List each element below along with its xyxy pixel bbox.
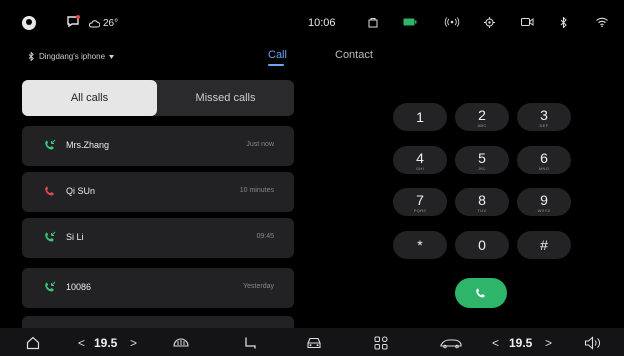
dial-key-letters: ABC xyxy=(477,123,487,128)
dial-key-digit: 6 xyxy=(540,150,548,166)
tab-call[interactable]: Call xyxy=(268,49,287,61)
dial-key-digit: 5 xyxy=(478,150,486,166)
dial-key-3[interactable]: 3 DEF xyxy=(517,103,571,131)
clock: 10:06 xyxy=(308,17,336,29)
seat-heat-icon[interactable] xyxy=(243,334,257,352)
temperature-text: 26° xyxy=(103,17,119,29)
dial-key-digit: 2 xyxy=(478,107,486,123)
chevron-down-icon xyxy=(109,54,115,59)
dial-call-button[interactable] xyxy=(455,278,507,308)
list-item[interactable]: Qi SUn 10 minutes xyxy=(22,172,294,212)
phone-icon xyxy=(476,288,485,298)
left-temp-increase-button[interactable]: > xyxy=(130,334,137,352)
all-calls-button[interactable]: All calls xyxy=(22,80,157,116)
left-temp-decrease-button[interactable]: < xyxy=(78,334,85,352)
call-time: 10 minutes xyxy=(239,187,274,194)
dial-key-digit: 8 xyxy=(478,192,486,208)
bottom-dock: < 19.5 > < 19.5 > xyxy=(0,328,624,356)
dial-key-digit: # xyxy=(540,237,548,253)
dial-key-4[interactable]: 4 GHI xyxy=(393,146,447,174)
dial-key-digit: 0 xyxy=(478,237,486,253)
dial-key-digit: 4 xyxy=(416,150,424,166)
call-time: Yesterday xyxy=(243,283,274,290)
right-temp-increase-button[interactable]: > xyxy=(545,334,552,352)
front-defrost-icon[interactable] xyxy=(172,334,190,352)
call-time: Just now xyxy=(246,141,274,148)
dial-key-2[interactable]: 2 ABC xyxy=(455,103,509,131)
bluetooth-device-name: Dingdang's iphone xyxy=(39,52,106,61)
message-icon[interactable] xyxy=(66,13,80,29)
dial-key-6[interactable]: 6 MNO xyxy=(517,146,571,174)
dial-key-9[interactable]: 9 WXYZ xyxy=(517,188,571,216)
dial-key-letters: WXYZ xyxy=(537,208,551,213)
car-icon[interactable] xyxy=(306,334,322,352)
cloud-icon xyxy=(88,19,100,27)
list-item[interactable] xyxy=(22,316,294,328)
bag-icon xyxy=(368,14,378,30)
dial-key-star[interactable]: * xyxy=(393,231,447,259)
bluetooth-icon xyxy=(560,14,568,30)
dial-key-letters: JKL xyxy=(478,166,486,171)
active-tab-indicator xyxy=(268,64,284,66)
tab-contact[interactable]: Contact xyxy=(335,49,373,61)
dial-key-hash[interactable]: # xyxy=(517,231,571,259)
caller-name: Qi SUn xyxy=(66,186,96,196)
location-icon xyxy=(484,14,495,30)
call-time: 09:45 xyxy=(256,233,274,240)
dial-key-5[interactable]: 5 JKL xyxy=(455,146,509,174)
dial-key-0[interactable]: 0 xyxy=(455,231,509,259)
volume-icon[interactable] xyxy=(584,334,602,352)
apps-grid-icon[interactable] xyxy=(374,334,388,352)
dial-key-digit: * xyxy=(417,237,423,253)
wifi-icon xyxy=(596,14,608,30)
bluetooth-icon xyxy=(28,52,34,61)
dial-key-letters: GHI xyxy=(415,166,424,171)
caller-name: 10086 xyxy=(66,282,92,292)
list-item[interactable]: 10086 Yesterday xyxy=(22,268,294,308)
dial-key-letters: MNO xyxy=(538,166,550,171)
call-filter-segment: All calls Missed calls xyxy=(22,80,294,116)
weather-indicator: 26° xyxy=(88,15,118,31)
rear-defrost-car-icon[interactable] xyxy=(440,334,462,352)
bluetooth-device-selector[interactable]: Dingdang's iphone xyxy=(28,52,115,61)
right-temp-value: 19.5 xyxy=(509,336,533,350)
incoming-call-icon xyxy=(45,231,56,242)
dial-key-1[interactable]: 1 xyxy=(393,103,447,131)
dial-key-letters: DEF xyxy=(539,123,549,128)
caller-name: Si Li xyxy=(66,232,84,242)
dial-key-digit: 1 xyxy=(416,109,424,125)
dial-key-digit: 9 xyxy=(540,192,548,208)
camera-icon xyxy=(521,14,534,30)
status-bar: 26° 10:06 xyxy=(0,0,624,44)
list-item[interactable]: Mrs.Zhang Just now xyxy=(22,126,294,166)
left-temp-value: 19.5 xyxy=(94,336,118,350)
battery-icon xyxy=(403,14,417,30)
dial-key-digit: 7 xyxy=(416,192,424,208)
missed-calls-button[interactable]: Missed calls xyxy=(157,80,294,116)
dial-key-letters: PQRS xyxy=(413,208,427,213)
dial-key-8[interactable]: 8 TUV xyxy=(455,188,509,216)
incoming-call-icon xyxy=(45,281,56,292)
right-temp-decrease-button[interactable]: < xyxy=(492,334,499,352)
signal-broadcast-icon xyxy=(444,14,460,30)
list-item[interactable]: Si Li 09:45 xyxy=(22,218,294,258)
user-icon[interactable] xyxy=(22,16,36,30)
caller-name: Mrs.Zhang xyxy=(66,140,110,150)
dial-key-digit: 3 xyxy=(540,107,548,123)
home-icon[interactable] xyxy=(26,334,40,352)
dial-key-7[interactable]: 7 PQRS xyxy=(393,188,447,216)
missed-call-icon xyxy=(45,186,54,196)
incoming-call-icon xyxy=(45,139,56,150)
dial-key-letters: TUV xyxy=(477,208,487,213)
